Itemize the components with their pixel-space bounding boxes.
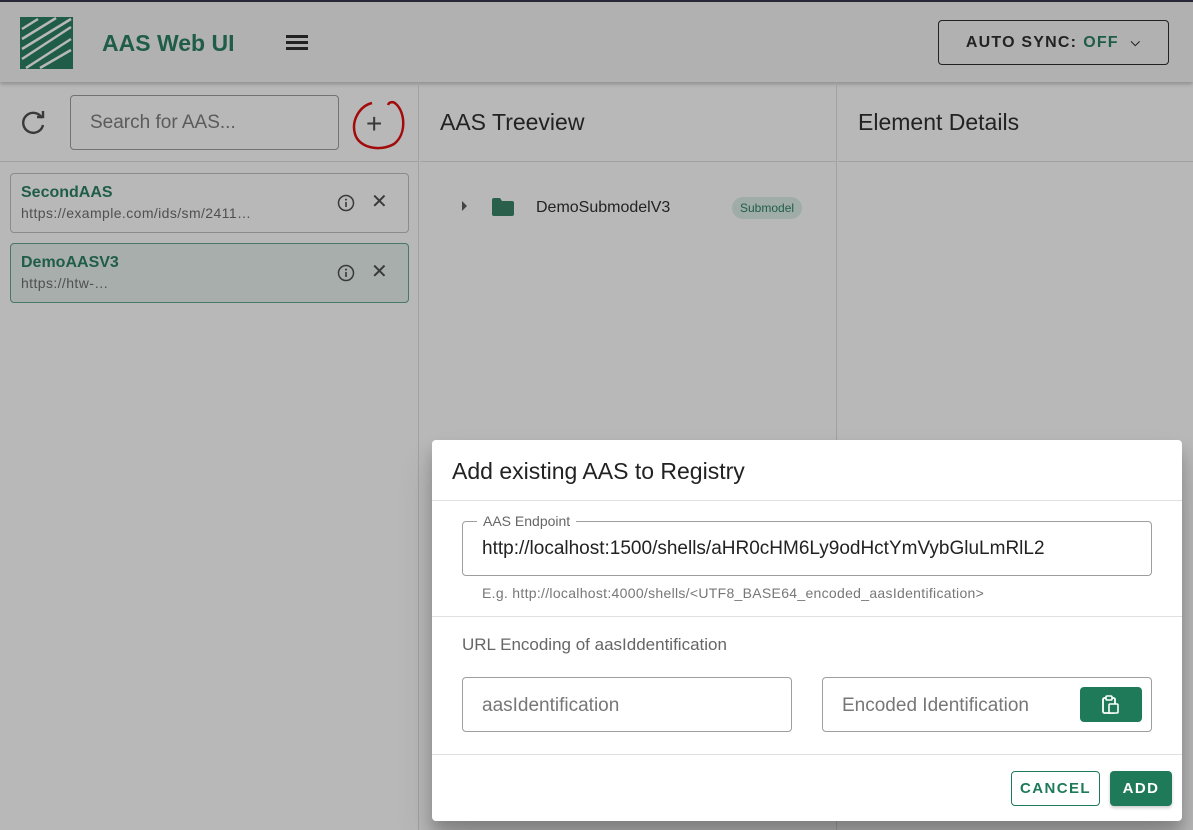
add-button[interactable]: ADD [1110, 771, 1172, 806]
aas-identification-placeholder: aasIdentification [482, 695, 620, 716]
dialog-title: Add existing AAS to Registry [452, 458, 745, 484]
aas-endpoint-field[interactable]: AAS Endpoint http://localhost:1500/shell… [462, 513, 1152, 576]
cancel-button[interactable]: CANCEL [1011, 771, 1100, 806]
clipboard-icon [1102, 695, 1119, 714]
divider [432, 754, 1182, 755]
aas-endpoint-label: AAS Endpoint [477, 513, 577, 529]
url-encoding-label: URL Encoding of aasIddentification [462, 635, 727, 654]
aas-identification-input[interactable]: aasIdentification [462, 677, 792, 732]
divider [432, 616, 1182, 617]
aas-endpoint-value[interactable]: http://localhost:1500/shells/aHR0cHM6Ly9… [482, 538, 1092, 560]
encoded-identification-placeholder: Encoded Identification [842, 695, 1029, 716]
encoded-identification-input[interactable]: Encoded Identification [822, 677, 1152, 732]
divider [432, 500, 1182, 501]
aas-endpoint-hint: E.g. http://localhost:4000/shells/<UTF8_… [482, 585, 985, 601]
add-aas-dialog: Add existing AAS to Registry AAS Endpoin… [432, 440, 1182, 821]
copy-encoded-button[interactable] [1080, 687, 1142, 722]
